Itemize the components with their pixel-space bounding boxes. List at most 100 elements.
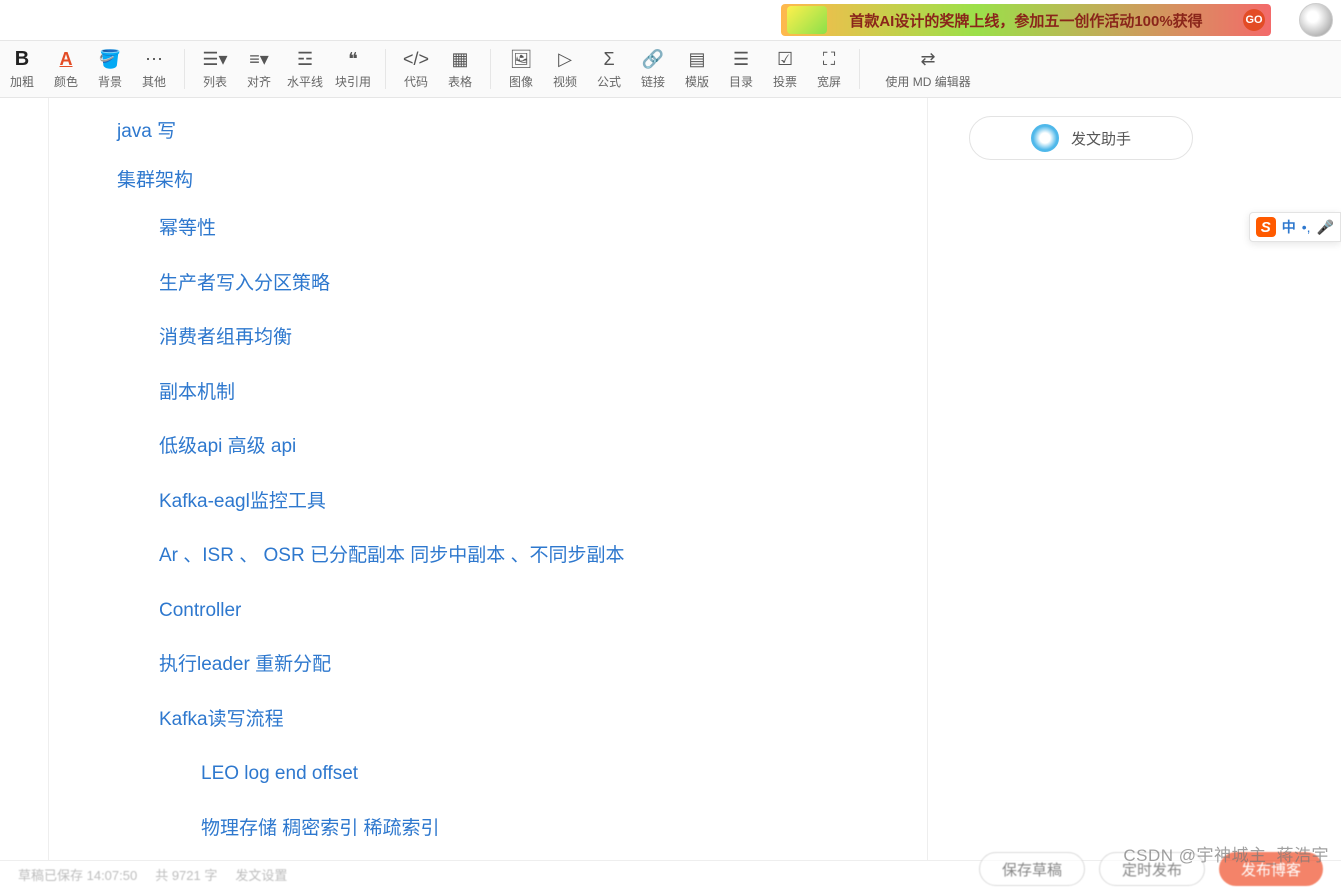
- outline-item[interactable]: 执行leader 重新分配: [159, 651, 927, 680]
- outline-item[interactable]: 消费者组再均衡: [159, 324, 927, 353]
- quote-label: 块引用: [335, 73, 371, 90]
- toolbar-group-media: 🖼 图像 ▷ 视频 Σ 公式 🔗 链接 ▤ 模版 ☰目录 ☑ 投票 ⛶ 宽屏: [499, 41, 851, 97]
- vote-button[interactable]: ☑ 投票: [763, 41, 807, 97]
- link-icon: 🔗: [642, 49, 664, 71]
- toolbar-group-block: ☰▾ 列表 ≡▾ 对齐 ☲水平线 ❝ 块引用: [193, 41, 377, 97]
- ime-floating-bar[interactable]: S 中 •, 🎤: [1249, 212, 1341, 242]
- list-label: 列表: [203, 73, 227, 90]
- bold-button[interactable]: B 加粗: [0, 41, 44, 97]
- sogou-icon: S: [1256, 217, 1276, 237]
- formula-icon: Σ: [603, 49, 614, 71]
- save-draft-button[interactable]: 保存草稿: [979, 852, 1085, 886]
- footer-status: 草稿已保存 14:07:50 共 9721 字 发文设置: [18, 865, 287, 884]
- vote-icon: ☑: [777, 49, 793, 71]
- video-label: 视频: [553, 73, 577, 90]
- content-area: java 写 集群架构 幂等性 生产者写入分区策略 消费者组再均衡 副本机制 低…: [0, 98, 1341, 860]
- publish-settings-link[interactable]: 发文设置: [235, 865, 287, 884]
- template-label: 模版: [685, 73, 709, 90]
- promo-banner[interactable]: 首款AI设计的奖牌上线，参加五一创作活动100%获得 GO: [781, 4, 1271, 36]
- paint-bucket-icon: 🪣: [99, 49, 121, 71]
- editor-column[interactable]: java 写 集群架构 幂等性 生产者写入分区策略 消费者组再均衡 副本机制 低…: [48, 98, 928, 860]
- footer-actions: 保存草稿 定时发布 发布博客: [979, 852, 1341, 886]
- image-label: 图像: [509, 73, 533, 90]
- font-color-icon: A: [60, 49, 73, 71]
- outline-item[interactable]: Controller: [159, 597, 927, 626]
- image-icon: 🖼: [510, 49, 533, 71]
- image-button[interactable]: 🖼 图像: [499, 41, 543, 97]
- switch-icon: ⇄: [920, 49, 935, 71]
- bg-button[interactable]: 🪣背景: [88, 41, 132, 97]
- formula-label: 公式: [597, 73, 621, 90]
- wide-label: 宽屏: [817, 73, 841, 90]
- align-button[interactable]: ≡▾ 对齐: [237, 41, 281, 97]
- md-editor-label: 使用 MD 编辑器: [885, 73, 970, 90]
- top-bar: 首款AI设计的奖牌上线，参加五一创作活动100%获得 GO: [0, 0, 1341, 40]
- video-button[interactable]: ▷ 视频: [543, 41, 587, 97]
- toc-label: 目录: [729, 73, 753, 90]
- list-button[interactable]: ☰▾ 列表: [193, 41, 237, 97]
- ime-punct[interactable]: •,: [1302, 219, 1311, 235]
- template-icon: ▤: [689, 49, 706, 71]
- template-button[interactable]: ▤ 模版: [675, 41, 719, 97]
- list-icon: ☰▾: [202, 49, 227, 71]
- toolbar-group-text: B 加粗 A颜色 🪣背景 ⋯ 其他: [0, 41, 176, 97]
- autosave-status: 草稿已保存 14:07:50: [18, 865, 137, 884]
- outline-item[interactable]: 生产者写入分区策略: [159, 270, 927, 299]
- ellipsis-icon: ⋯: [145, 49, 163, 71]
- outline-item[interactable]: 集群架构: [117, 167, 927, 196]
- toolbar-separator: [184, 49, 185, 89]
- quote-button[interactable]: ❝ 块引用: [329, 41, 377, 97]
- assistant-icon: [1031, 124, 1059, 152]
- avatar[interactable]: [1299, 3, 1333, 37]
- code-button[interactable]: </> 代码: [394, 41, 438, 97]
- table-button[interactable]: ▦表格: [438, 41, 482, 97]
- wide-button[interactable]: ⛶ 宽屏: [807, 41, 851, 97]
- link-button[interactable]: 🔗 链接: [631, 41, 675, 97]
- sidebar-column: 发文助手: [969, 116, 1193, 160]
- horizontal-rule-icon: ☲: [297, 49, 313, 71]
- promo-go-badge[interactable]: GO: [1243, 9, 1265, 31]
- quote-icon: ❝: [348, 49, 358, 71]
- publish-button[interactable]: 发布博客: [1219, 852, 1323, 886]
- publish-assistant-button[interactable]: 发文助手: [969, 116, 1193, 160]
- promo-text: 首款AI设计的奖牌上线，参加五一创作活动100%获得: [849, 10, 1202, 31]
- video-icon: ▷: [558, 49, 572, 71]
- hr-button[interactable]: ☲水平线: [281, 41, 329, 97]
- code-icon: </>: [403, 49, 429, 71]
- outline-item[interactable]: 副本机制: [159, 379, 927, 408]
- outline-item[interactable]: 低级api 高级 api: [159, 433, 927, 462]
- align-label: 对齐: [247, 73, 271, 90]
- align-icon: ≡▾: [249, 49, 269, 71]
- outline-item[interactable]: java 写: [117, 118, 927, 147]
- toc-button[interactable]: ☰目录: [719, 41, 763, 97]
- assistant-label: 发文助手: [1071, 128, 1131, 149]
- table-icon: ▦: [452, 49, 469, 71]
- vote-label: 投票: [773, 73, 797, 90]
- schedule-publish-button[interactable]: 定时发布: [1099, 852, 1205, 886]
- wide-icon: ⛶: [823, 49, 836, 71]
- outline-list: java 写 集群架构 幂等性 生产者写入分区策略 消费者组再均衡 副本机制 低…: [49, 118, 927, 860]
- footer-bar: 草稿已保存 14:07:50 共 9721 字 发文设置 保存草稿 定时发布 发…: [0, 860, 1341, 888]
- other-label: 其他: [142, 73, 166, 90]
- other-button[interactable]: ⋯ 其他: [132, 41, 176, 97]
- toolbar-separator: [859, 49, 860, 89]
- toolbar-separator: [490, 49, 491, 89]
- editor-toolbar: B 加粗 A颜色 🪣背景 ⋯ 其他 ☰▾ 列表 ≡▾ 对齐 ☲水平线 ❝ 块引用 </> 代…: [0, 40, 1341, 98]
- bold-label: 加粗: [10, 73, 34, 90]
- outline-item[interactable]: Kafka读写流程: [159, 706, 927, 735]
- bold-icon: B: [15, 49, 29, 71]
- ime-lang[interactable]: 中: [1282, 217, 1296, 237]
- outline-item[interactable]: 物理存储 稠密索引 稀疏索引: [201, 815, 927, 844]
- microphone-icon[interactable]: 🎤: [1317, 219, 1334, 236]
- outline-item[interactable]: 幂等性: [159, 215, 927, 244]
- link-label: 链接: [641, 73, 665, 90]
- color-button[interactable]: A颜色: [44, 41, 88, 97]
- outline-item[interactable]: Kafka-eagl监控工具: [159, 488, 927, 517]
- formula-button[interactable]: Σ 公式: [587, 41, 631, 97]
- outline-item[interactable]: LEO log end offset: [201, 760, 927, 789]
- word-count: 共 9721 字: [155, 865, 217, 884]
- toolbar-separator: [385, 49, 386, 89]
- code-label: 代码: [404, 73, 428, 90]
- md-editor-button[interactable]: ⇄ 使用 MD 编辑器: [868, 41, 988, 97]
- outline-item[interactable]: Ar 、ISR 、 OSR 已分配副本 同步中副本 、不同步副本: [159, 542, 927, 571]
